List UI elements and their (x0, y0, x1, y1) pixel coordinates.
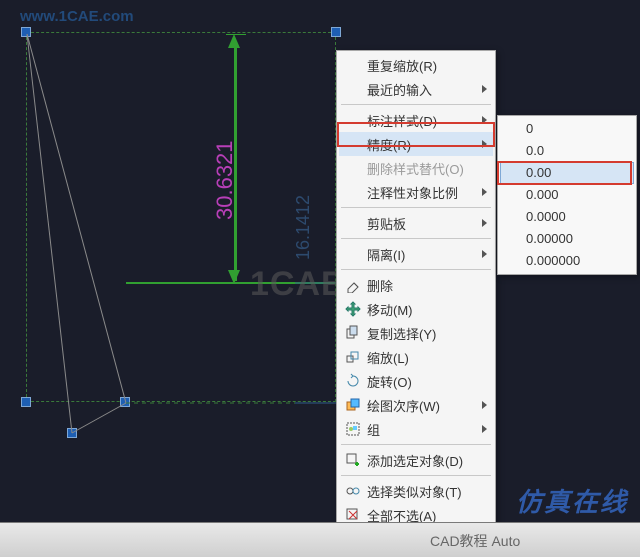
status-bar (0, 522, 640, 557)
menu-item-label: 注释性对象比例 (367, 183, 458, 202)
scale-icon (343, 347, 363, 367)
submenu-item[interactable]: 0.0 (500, 140, 634, 162)
secondary-dimension-value: 16.1412 (293, 195, 314, 260)
blank-icon (343, 79, 363, 99)
menu-item-label: 重复缩放(R) (367, 56, 437, 75)
menu-item-label: 选择类似对象(T) (367, 482, 462, 501)
dimension-ext (226, 34, 246, 35)
chevron-right-icon (482, 219, 487, 227)
menu-separator (341, 269, 491, 270)
group-icon (343, 419, 363, 439)
submenu-item[interactable]: 0.000 (500, 184, 634, 206)
dimension-arrow-icon (228, 34, 240, 48)
submenu-item[interactable]: 0.000000 (500, 250, 634, 272)
menu-separator (341, 104, 491, 105)
chevron-right-icon (482, 401, 487, 409)
grip[interactable] (331, 27, 341, 37)
dimension-value: 30.6321 (212, 140, 238, 220)
menu-separator (341, 238, 491, 239)
watermark-bottom-right: 仿真在线 (516, 482, 628, 519)
submenu-item[interactable]: 0.00 (500, 162, 634, 184)
grip[interactable] (21, 27, 31, 37)
chevron-right-icon (482, 140, 487, 148)
submenu-item[interactable]: 0 (500, 118, 634, 140)
drawing-canvas[interactable]: 30.6321 16.1412 1CAE.com www.1CAE.com (0, 0, 640, 557)
menu-separator (341, 444, 491, 445)
menu-item-label: 组 (367, 420, 380, 439)
chevron-right-icon (482, 116, 487, 124)
menu-item[interactable]: 重复缩放(R) (339, 53, 493, 77)
menu-item[interactable]: 删除样式替代(O) (339, 156, 493, 180)
menu-item[interactable]: 隔离(I) (339, 242, 493, 266)
copy-icon (343, 323, 363, 343)
menu-item-label: 精度(R) (367, 135, 411, 154)
chevron-right-icon (482, 425, 487, 433)
grip[interactable] (67, 428, 77, 438)
blank-icon (343, 213, 363, 233)
menu-item[interactable]: 旋转(O) (339, 369, 493, 393)
blank-icon (343, 182, 363, 202)
submenu-item[interactable]: 0.0000 (500, 206, 634, 228)
grip[interactable] (21, 397, 31, 407)
menu-item[interactable]: 删除 (339, 273, 493, 297)
menu-item-label: 旋转(O) (367, 372, 412, 391)
menu-item-label: 删除 (367, 276, 393, 295)
chevron-right-icon (482, 250, 487, 258)
dimension-arrow-icon (228, 270, 240, 284)
menu-item[interactable]: 绘图次序(W) (339, 393, 493, 417)
blank-icon (343, 134, 363, 154)
blank-icon (343, 244, 363, 264)
erase-icon (343, 275, 363, 295)
menu-item[interactable]: 添加选定对象(D) (339, 448, 493, 472)
watermark-bottom: CAD教程 Auto (430, 531, 520, 551)
dimension-ext (226, 283, 246, 284)
blank-icon (343, 55, 363, 75)
menu-separator (341, 207, 491, 208)
menu-item[interactable]: 注释性对象比例 (339, 180, 493, 204)
menu-item[interactable]: 组 (339, 417, 493, 441)
menu-item[interactable]: 移动(M) (339, 297, 493, 321)
menu-separator (341, 475, 491, 476)
menu-item-label: 添加选定对象(D) (367, 451, 463, 470)
move-icon (343, 299, 363, 319)
rotate-icon (343, 371, 363, 391)
menu-item[interactable]: 精度(R) (339, 132, 493, 156)
chevron-right-icon (482, 188, 487, 196)
menu-item[interactable]: 缩放(L) (339, 345, 493, 369)
draworder-icon (343, 395, 363, 415)
menu-item[interactable]: 标注样式(D) (339, 108, 493, 132)
addsel-icon (343, 450, 363, 470)
menu-item[interactable]: 复制选择(Y) (339, 321, 493, 345)
menu-item-label: 标注样式(D) (367, 111, 437, 130)
menu-item-label: 隔离(I) (367, 245, 405, 264)
selection-box (26, 32, 336, 402)
menu-item[interactable]: 剪贴板 (339, 211, 493, 235)
menu-item-label: 移动(M) (367, 300, 413, 319)
menu-item-label: 剪贴板 (367, 214, 406, 233)
watermark-url: www.1CAE.com (20, 8, 134, 25)
menu-item-label: 缩放(L) (367, 348, 409, 367)
precision-submenu[interactable]: 00.00.000.0000.00000.000000.000000 (497, 115, 637, 275)
context-menu[interactable]: 重复缩放(R) 最近的输入标注样式(D) 精度(R) 删除样式替代(O) 注释性对象比例… (336, 50, 496, 557)
menu-item-label: 删除样式替代(O) (367, 159, 464, 178)
blank-icon (343, 110, 363, 130)
menu-item-label: 最近的输入 (367, 80, 432, 99)
selsimilar-icon (343, 481, 363, 501)
menu-item-label: 绘图次序(W) (367, 396, 440, 415)
chevron-right-icon (482, 85, 487, 93)
menu-item[interactable]: 选择类似对象(T) (339, 479, 493, 503)
grip[interactable] (120, 397, 130, 407)
menu-item-label: 复制选择(Y) (367, 324, 436, 343)
submenu-item[interactable]: 0.00000 (500, 228, 634, 250)
blank-icon (343, 158, 363, 178)
menu-item[interactable]: 最近的输入 (339, 77, 493, 101)
